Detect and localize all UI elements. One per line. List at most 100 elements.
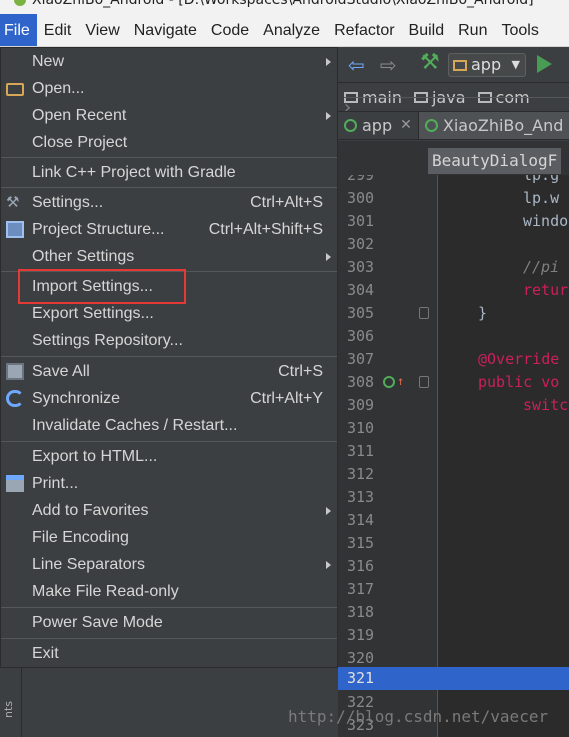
menu-view[interactable]: View	[78, 14, 126, 46]
menu-item-open[interactable]: Open...	[1, 75, 337, 102]
sync-icon	[6, 390, 24, 407]
menu-item-close-project[interactable]: Close Project	[1, 129, 337, 156]
menu-analyze[interactable]: Analyze	[256, 14, 327, 46]
code-line: 302	[347, 235, 375, 253]
code-line: 314	[347, 511, 375, 529]
override-marker-icon[interactable]	[383, 376, 395, 388]
menu-item-power-save-mode[interactable]: Power Save Mode	[1, 609, 337, 636]
menu-item-link-cpp-project[interactable]: Link C++ Project with Gradle	[1, 159, 337, 186]
submenu-arrow-icon	[326, 561, 331, 569]
code-line: 299 lp.g	[347, 175, 560, 184]
menu-item-print[interactable]: Print...	[1, 470, 337, 497]
code-line: 301 windo	[347, 212, 569, 230]
code-line: 318	[347, 603, 375, 621]
breadcrumb-separator-icon: ›	[344, 97, 569, 111]
code-line: 308 ↑ public vo	[347, 373, 560, 391]
menu-run[interactable]: Run	[451, 14, 494, 46]
android-studio-logo-icon	[14, 0, 26, 6]
menu-item-file-encoding[interactable]: File Encoding	[1, 524, 337, 551]
menu-item-project-structure[interactable]: Project Structure... Ctrl+Alt+Shift+S	[1, 216, 337, 243]
left-tool-stripe: nts	[0, 668, 22, 737]
code-editor[interactable]: 299 lp.g 300 lp.w 301 windo 302 303//pi 304…	[338, 175, 569, 737]
run-play-icon[interactable]	[537, 55, 552, 73]
window-title: XiaoZhiBo_Android - [D:\Workspaces\Andro…	[32, 0, 534, 8]
menu-item-save-all[interactable]: Save All Ctrl+S	[1, 358, 337, 385]
editor-tab-bar: app ✕ XiaoZhiBo_And	[338, 112, 569, 140]
tab-app[interactable]: app ✕	[338, 112, 419, 139]
code-line: 309 switc	[347, 396, 569, 414]
menu-item-open-recent[interactable]: Open Recent	[1, 102, 337, 129]
menu-file[interactable]: File	[0, 14, 37, 46]
window-title-bar: XiaoZhiBo_Android - [D:\Workspaces\Andro…	[0, 0, 569, 14]
submenu-arrow-icon	[326, 58, 331, 66]
code-line: 310	[347, 419, 375, 437]
file-menu-dropdown: New Open... Open Recent Close Project Li…	[0, 47, 338, 668]
project-structure-icon	[6, 221, 24, 238]
menu-item-export-settings[interactable]: Export Settings...	[1, 300, 337, 327]
menu-item-exit[interactable]: Exit	[1, 640, 337, 667]
menu-item-synchronize[interactable]: Synchronize Ctrl+Alt+Y	[1, 385, 337, 412]
code-line: 304 retur	[347, 281, 569, 299]
menu-item-add-to-favorites[interactable]: Add to Favorites	[1, 497, 337, 524]
menu-item-other-settings[interactable]: Other Settings	[1, 243, 337, 270]
android-module-icon	[424, 119, 438, 132]
breadcrumb-item[interactable]: com ›	[344, 88, 569, 111]
code-line: 311	[347, 442, 375, 460]
menu-refactor[interactable]: Refactor	[327, 14, 401, 46]
code-line: 313	[347, 488, 375, 506]
menu-tools[interactable]: Tools	[494, 14, 545, 46]
fold-marker-icon[interactable]	[419, 307, 429, 319]
close-icon[interactable]: ✕	[400, 112, 412, 139]
menu-item-line-separators[interactable]: Line Separators	[1, 551, 337, 578]
selected-code-line: 321	[338, 667, 569, 690]
submenu-arrow-icon	[326, 253, 331, 261]
forward-arrow-icon[interactable]: ⇨	[380, 55, 397, 75]
menu-code[interactable]: Code	[204, 14, 256, 46]
tab-xiaozhibo[interactable]: XiaoZhiBo_And	[418, 112, 569, 139]
menu-item-new[interactable]: New	[1, 48, 337, 75]
menu-separator	[1, 638, 337, 639]
menu-item-export-to-html[interactable]: Export to HTML...	[1, 443, 337, 470]
folder-icon	[6, 83, 24, 96]
print-icon	[6, 475, 24, 492]
watermark: http://blog.csdn.net/vaecer	[288, 707, 549, 726]
main-toolbar: ⇦ ⇨ ⚒ app ▼	[338, 47, 569, 83]
submenu-arrow-icon	[326, 507, 331, 515]
class-header: BeautyDialogF	[338, 141, 569, 175]
menu-item-settings[interactable]: ⚒ Settings... Ctrl+Alt+S	[1, 189, 337, 216]
fold-marker-icon[interactable]	[419, 376, 429, 388]
wrench-icon: ⚒	[6, 193, 20, 211]
code-line: 305}	[347, 304, 488, 322]
menu-separator	[1, 607, 337, 608]
menu-edit[interactable]: Edit	[37, 14, 79, 46]
menu-separator	[1, 356, 337, 357]
code-line: 317	[347, 580, 375, 598]
code-line: 312	[347, 465, 375, 483]
code-line: 316	[347, 557, 375, 575]
back-arrow-icon[interactable]: ⇦	[348, 55, 365, 75]
menu-item-settings-repository[interactable]: Settings Repository...	[1, 327, 337, 354]
run-configuration-select[interactable]: app ▼	[448, 53, 526, 77]
code-line: 303//pi	[347, 258, 560, 276]
menu-bar: File Edit View Navigate Code Analyze Ref…	[0, 14, 569, 47]
code-line: 319	[347, 626, 375, 644]
android-module-icon	[344, 119, 357, 132]
menu-item-make-read-only[interactable]: Make File Read-only	[1, 578, 337, 605]
menu-separator	[1, 157, 337, 158]
tool-window-label[interactable]: nts	[2, 701, 15, 718]
module-folder-icon	[453, 60, 467, 71]
annotation-highlight-box	[18, 269, 186, 304]
build-hammer-icon[interactable]: ⚒	[420, 52, 440, 74]
code-line: 307 @Override	[347, 350, 560, 368]
menu-navigate[interactable]: Navigate	[127, 14, 204, 46]
up-arrow-icon: ↑	[397, 374, 405, 388]
class-name-tab[interactable]: BeautyDialogF	[428, 148, 562, 174]
run-configuration-label: app	[471, 55, 502, 74]
menu-item-invalidate-caches[interactable]: Invalidate Caches / Restart...	[1, 412, 337, 439]
chevron-down-icon: ▼	[511, 58, 520, 71]
code-line: 300 lp.w	[347, 189, 560, 207]
menu-build[interactable]: Build	[402, 14, 452, 46]
save-icon	[6, 363, 24, 380]
breadcrumb: main › java › com ›	[338, 84, 569, 112]
submenu-arrow-icon	[326, 112, 331, 120]
